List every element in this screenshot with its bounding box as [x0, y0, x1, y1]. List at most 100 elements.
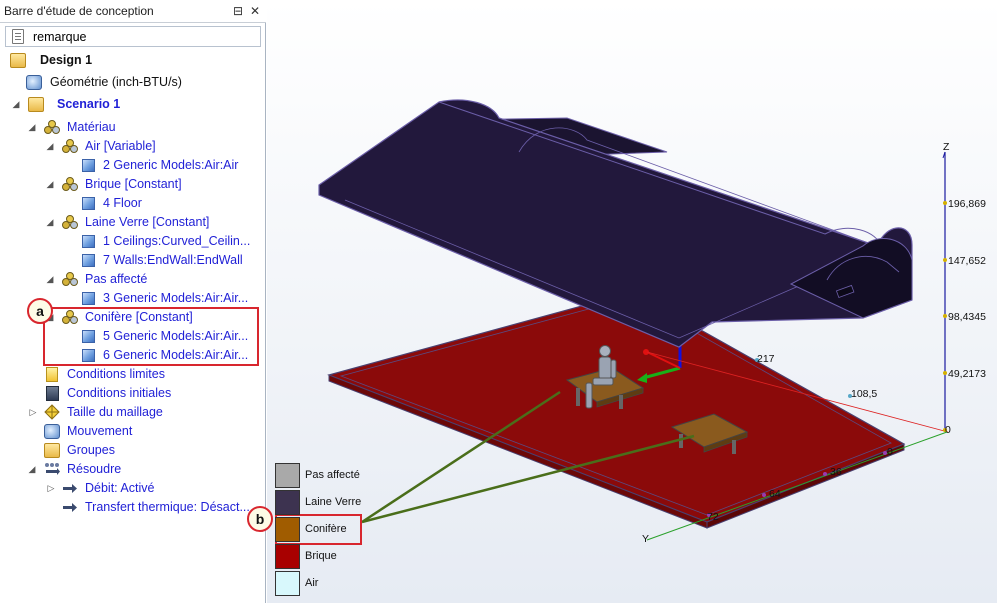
scenario-label: Scenario 1	[57, 97, 121, 111]
tree-item-geometry[interactable]: Géométrie (inch-BTU/s)	[6, 73, 261, 92]
note-label: remarque	[33, 30, 87, 44]
legend-swatch	[275, 571, 300, 596]
material-icon	[62, 272, 78, 287]
part-label: 1 Ceilings:Curved_Ceilin...	[103, 234, 251, 248]
flow-arrow-icon	[62, 481, 78, 496]
y-tick-0: 0	[887, 446, 893, 458]
y-axis-label: Y	[642, 533, 649, 545]
part-label: 4 Floor	[103, 196, 142, 210]
tree-item-heat-transfer[interactable]: Transfert thermique: Désact...	[6, 498, 261, 517]
geometry-label: Géométrie (inch-BTU/s)	[50, 75, 182, 89]
part-label: 2 Generic Models:Air:Air	[103, 158, 239, 172]
z-tick-0: 0	[945, 424, 951, 436]
brick-label: Brique [Constant]	[85, 177, 182, 191]
expand-arrow-icon[interactable]: ▷	[46, 479, 56, 498]
legend-label: Laine Verre	[305, 496, 362, 508]
design-icon	[10, 53, 26, 68]
model-canvas: 217 108,5 Z 196,869 147,652 98,4345 49,2…	[267, 0, 997, 603]
tree-item-flow[interactable]: ▷ Débit: Activé	[6, 479, 261, 498]
tree-item-scenario[interactable]: ◢ Scenario 1	[6, 95, 261, 114]
tree-item-brick[interactable]: ◢ Brique [Constant]	[6, 175, 261, 194]
panel-title-bar: Barre d'étude de conception ⊟ ✕	[0, 0, 266, 23]
legend-label: Brique	[305, 550, 337, 562]
y-tick-72: 72	[707, 511, 719, 523]
tree-item-initial-conditions[interactable]: Conditions initiales	[6, 384, 261, 403]
expand-arrow-icon[interactable]: ▷	[28, 403, 38, 422]
legend-swatch	[275, 463, 300, 488]
materials-icon	[44, 120, 60, 135]
groups-icon	[44, 443, 60, 458]
close-icon[interactable]: ✕	[247, 3, 263, 19]
air-label: Air [Variable]	[85, 139, 156, 153]
scenario-icon	[28, 97, 44, 112]
collapse-arrow-icon[interactable]: ◢	[27, 460, 37, 479]
x-tick-217: 217	[757, 353, 775, 365]
part-cube-icon	[82, 254, 95, 267]
motion-icon	[44, 424, 60, 439]
callout-badge-a: a	[27, 298, 53, 324]
y-tick-64: 64	[769, 488, 781, 500]
unassigned-label: Pas affecté	[85, 272, 148, 286]
legend-label: Air	[305, 577, 319, 589]
material-icon	[62, 139, 78, 154]
heat-label: Transfert thermique: Désact...	[85, 500, 250, 514]
tree-item-design[interactable]: Design 1	[6, 51, 261, 70]
collapse-arrow-icon[interactable]: ◢	[45, 270, 55, 289]
tree-item-glasswool-part-2[interactable]: 7 Walls:EndWall:EndWall	[6, 251, 261, 270]
tree-item-boundary-conditions[interactable]: Conditions limites	[6, 365, 261, 384]
material-icon	[62, 177, 78, 192]
z-tick-2: 147,652	[948, 255, 986, 267]
panel-title: Barre d'étude de conception	[4, 4, 154, 18]
glasswool-label: Laine Verre [Constant]	[85, 215, 210, 229]
boundary-label: Conditions limites	[67, 367, 165, 381]
design-study-bar: Barre d'étude de conception ⊟ ✕ remarque…	[0, 0, 266, 603]
tree-item-unassigned[interactable]: ◢ Pas affecté	[6, 270, 261, 289]
3d-viewport[interactable]: 217 108,5 Z 196,869 147,652 98,4345 49,2…	[247, 0, 997, 603]
pin-icon[interactable]: ⊟	[230, 3, 246, 19]
part-cube-icon	[82, 197, 95, 210]
tree-item-mesh-size[interactable]: ▷ Taille du maillage	[6, 403, 261, 422]
collapse-arrow-icon[interactable]: ◢	[11, 95, 21, 114]
note-field[interactable]: remarque	[5, 26, 261, 47]
legend-swatch	[275, 517, 300, 542]
tree-item-glasswool-part-1[interactable]: 1 Ceilings:Curved_Ceilin...	[6, 232, 261, 251]
part-label: 3 Generic Models:Air:Air...	[103, 291, 249, 305]
legend-swatch	[275, 490, 300, 515]
legend-item-glasswool: Laine Verre	[274, 489, 364, 516]
legend-label: Pas affecté	[305, 469, 360, 481]
collapse-arrow-icon[interactable]: ◢	[45, 137, 55, 156]
mesh-icon	[44, 404, 60, 420]
callout-badge-b: b	[247, 506, 273, 532]
legend-item-brick: Brique	[274, 543, 364, 570]
part-cube-icon	[82, 292, 95, 305]
tree-item-groups[interactable]: Groupes	[6, 441, 261, 460]
part-cube-icon	[82, 159, 95, 172]
tree-item-air-part[interactable]: 2 Generic Models:Air:Air	[6, 156, 261, 175]
collapse-arrow-icon[interactable]: ◢	[45, 213, 55, 232]
solve-label: Résoudre	[67, 462, 122, 476]
tree-item-air[interactable]: ◢ Air [Variable]	[6, 137, 261, 156]
boundary-conditions-icon	[46, 367, 58, 382]
legend-item-unassigned: Pas affecté	[274, 462, 364, 489]
legend-item-conifer: Conifère	[274, 516, 364, 543]
material-legend: Pas affecté Laine Verre Conifère Brique …	[274, 462, 364, 602]
tree-item-glasswool[interactable]: ◢ Laine Verre [Constant]	[6, 213, 261, 232]
legend-label: Conifère	[305, 523, 347, 535]
solve-icon	[44, 462, 60, 477]
motion-label: Mouvement	[67, 424, 133, 438]
x-tick-108: 108,5	[851, 388, 877, 400]
tree-item-motion[interactable]: Mouvement	[6, 422, 261, 441]
tree-item-brick-part[interactable]: 4 Floor	[6, 194, 261, 213]
groups-label: Groupes	[67, 443, 115, 457]
material-icon	[62, 215, 78, 230]
collapse-arrow-icon[interactable]: ◢	[45, 175, 55, 194]
note-icon	[12, 29, 24, 44]
geometry-icon	[26, 75, 42, 90]
tree-item-materials[interactable]: ◢ Matériau	[6, 118, 261, 137]
tree-item-solve[interactable]: ◢ Résoudre	[6, 460, 261, 479]
part-cube-icon	[82, 235, 95, 248]
initial-conditions-icon	[46, 386, 59, 401]
z-tick-1: 196,869	[948, 198, 986, 210]
flow-label: Débit: Activé	[85, 481, 155, 495]
collapse-arrow-icon[interactable]: ◢	[27, 118, 37, 137]
